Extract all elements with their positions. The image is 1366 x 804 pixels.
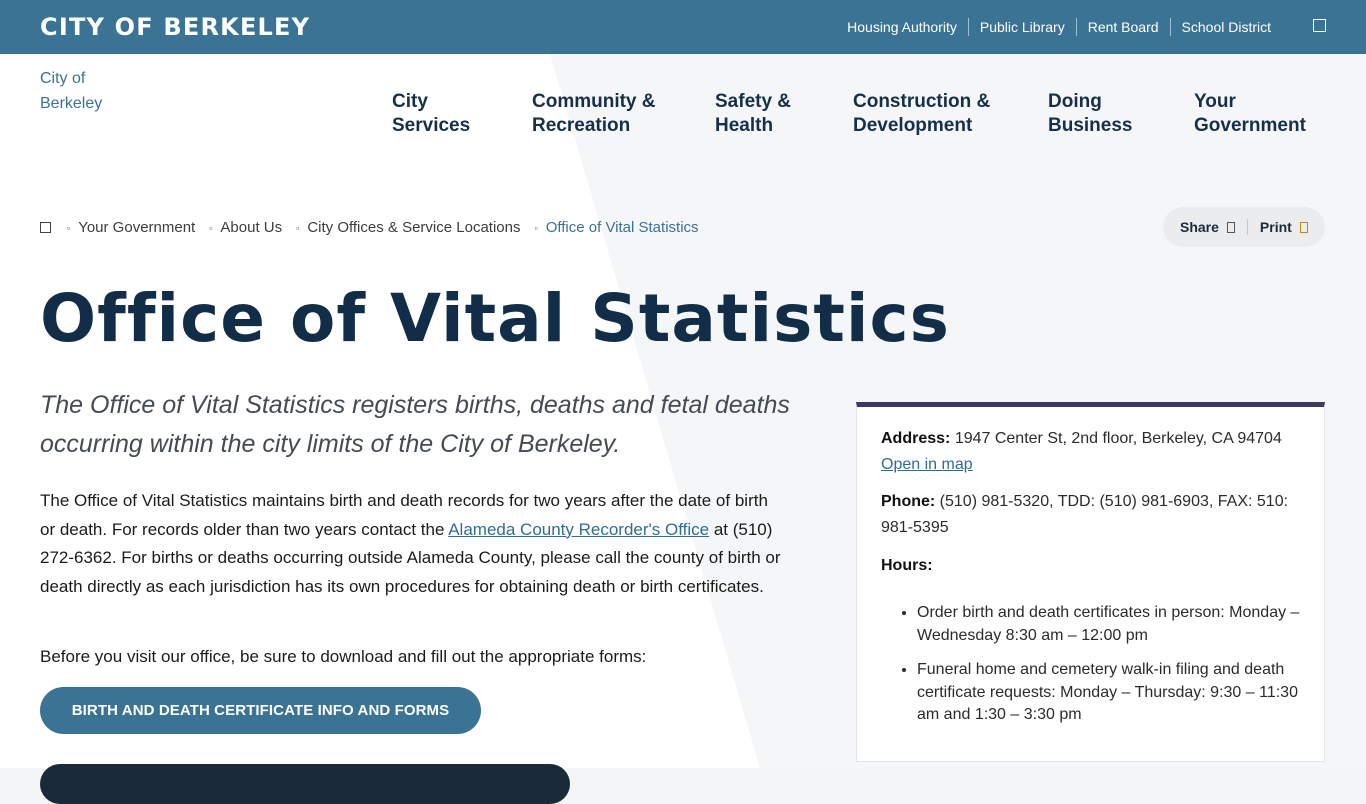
print-button[interactable]: Print: [1260, 219, 1308, 235]
chevron-right-icon: ▫: [534, 222, 538, 233]
forms-note: Before you visit our office, be sure to …: [40, 647, 647, 666]
nav-construction-development[interactable]: Construction & Development: [853, 90, 990, 138]
site-title[interactable]: CITY OF BERKELEY: [40, 13, 310, 41]
breadcrumb-item[interactable]: ▫ City Offices & Service Locations: [296, 219, 520, 236]
nav-safety-health[interactable]: Safety & Health: [715, 90, 791, 138]
hours-item: Order birth and death certificates in pe…: [917, 602, 1311, 647]
hours-list: Order birth and death certificates in pe…: [881, 602, 1311, 739]
share-button[interactable]: Share: [1180, 219, 1235, 235]
page-title: Office of Vital Statistics: [40, 280, 950, 357]
breadcrumb-current: ▫ Office of Vital Statistics: [534, 219, 699, 236]
divider: [1246, 219, 1248, 235]
chevron-right-icon: ▫: [296, 222, 300, 233]
top-link-rent-board[interactable]: Rent Board: [1075, 18, 1170, 36]
secondary-button[interactable]: [40, 764, 570, 804]
chevron-right-icon: ▫: [209, 222, 213, 233]
print-icon: [1299, 221, 1308, 233]
alameda-recorder-link[interactable]: Alameda County Recorder's Office: [448, 520, 709, 539]
open-in-map-link[interactable]: Open in map: [881, 456, 973, 473]
top-links: Housing Authority Public Library Rent Bo…: [836, 18, 1282, 36]
share-icon: [1226, 221, 1235, 233]
breadcrumb-item[interactable]: ▫ About Us: [209, 219, 282, 236]
address-row: Address: 1947 Center St, 2nd floor, Berk…: [881, 430, 1282, 473]
nav-city-services[interactable]: City Services: [392, 90, 470, 138]
share-print-bar: Share Print: [1163, 207, 1325, 247]
breadcrumb-item[interactable]: ▫ Your Government: [67, 219, 195, 236]
intro-paragraph: The Office of Vital Statistics maintains…: [40, 491, 781, 596]
top-link-public-library[interactable]: Public Library: [967, 18, 1076, 36]
breadcrumb: ▫ Your Government ▫ About Us ▫ City Offi…: [40, 219, 713, 236]
nav-doing-business[interactable]: Doing Business: [1048, 90, 1132, 138]
nav-your-government[interactable]: Your Government: [1194, 90, 1306, 138]
certificate-forms-button[interactable]: BIRTH AND DEATH CERTIFICATE INFO AND FOR…: [40, 687, 481, 734]
top-bar: CITY OF BERKELEY Housing Authority Publi…: [0, 0, 1366, 54]
nav-community-recreation[interactable]: Community & Recreation: [532, 90, 656, 138]
city-logo[interactable]: City of Berkeley: [40, 66, 130, 116]
phone-row: Phone: (510) 981-5320, TDD: (510) 981-69…: [881, 493, 1289, 536]
hours-label: Hours:: [881, 557, 933, 574]
hours-item: Funeral home and cemetery walk-in filing…: [917, 659, 1311, 727]
home-icon[interactable]: [40, 222, 51, 233]
search-icon[interactable]: [1313, 19, 1326, 32]
page-lede: The Office of Vital Statistics registers…: [40, 391, 790, 458]
chevron-right-icon: ▫: [67, 222, 71, 233]
top-link-housing-authority[interactable]: Housing Authority: [836, 18, 968, 36]
contact-info-card: Address: 1947 Center St, 2nd floor, Berk…: [856, 402, 1325, 762]
top-link-school-district[interactable]: School District: [1169, 18, 1282, 36]
